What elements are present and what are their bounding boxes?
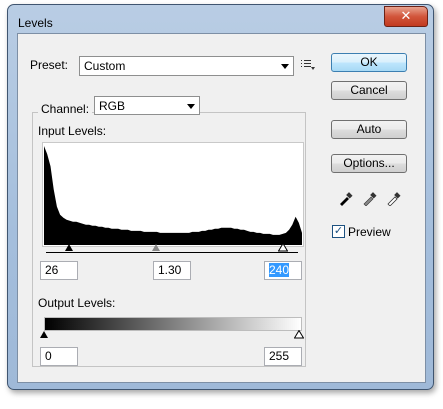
gray-eyedropper-icon[interactable] bbox=[362, 190, 378, 206]
chevron-down-icon bbox=[187, 104, 195, 109]
preset-options-icon[interactable] bbox=[301, 59, 315, 71]
window-title: Levels bbox=[18, 16, 53, 30]
histogram-panel bbox=[42, 142, 304, 247]
output-gradient-bar bbox=[44, 317, 302, 331]
ok-button[interactable]: OK bbox=[331, 53, 407, 72]
input-white-value: 240 bbox=[269, 263, 290, 277]
options-button[interactable]: Options... bbox=[331, 154, 407, 173]
output-black-field[interactable]: 0 bbox=[40, 347, 78, 366]
preview-checkbox[interactable]: ✓ bbox=[332, 225, 345, 238]
histogram bbox=[44, 146, 302, 245]
preset-value: Custom bbox=[84, 59, 126, 73]
output-white-field[interactable]: 255 bbox=[264, 347, 302, 366]
histogram-shape bbox=[44, 146, 302, 245]
close-button[interactable]: ✕ bbox=[384, 6, 428, 27]
white-eyedropper-icon[interactable] bbox=[386, 190, 402, 206]
input-slider-track bbox=[46, 252, 298, 253]
input-levels-label: Input Levels: bbox=[38, 124, 107, 138]
channel-value: RGB bbox=[99, 99, 126, 113]
input-gamma-handle[interactable] bbox=[152, 244, 160, 251]
cancel-button[interactable]: Cancel bbox=[331, 81, 407, 100]
channel-label: Channel: bbox=[38, 102, 93, 116]
output-white-handle[interactable] bbox=[294, 330, 304, 339]
output-levels-label: Output Levels: bbox=[38, 296, 116, 310]
levels-dialog: Levels ✕ Preset: Custom Channel: RGB Inp… bbox=[7, 4, 434, 390]
auto-button[interactable]: Auto bbox=[331, 120, 407, 139]
preset-label: Preset: bbox=[30, 58, 69, 72]
preview-label: Preview bbox=[348, 225, 391, 239]
preset-dropdown[interactable]: Custom bbox=[79, 56, 294, 76]
black-eyedropper-icon[interactable] bbox=[338, 190, 354, 206]
input-black-field[interactable]: 26 bbox=[40, 261, 78, 280]
output-black-handle[interactable] bbox=[40, 331, 48, 338]
channel-dropdown[interactable]: RGB bbox=[94, 96, 200, 115]
input-white-handle[interactable] bbox=[278, 243, 288, 252]
input-gamma-field[interactable]: 1.30 bbox=[153, 261, 191, 280]
input-black-handle[interactable] bbox=[65, 244, 73, 251]
dialog-body: Preset: Custom Channel: RGB Input Levels… bbox=[17, 33, 426, 383]
chevron-down-icon bbox=[281, 64, 289, 69]
input-white-field[interactable]: 240 bbox=[264, 261, 302, 280]
